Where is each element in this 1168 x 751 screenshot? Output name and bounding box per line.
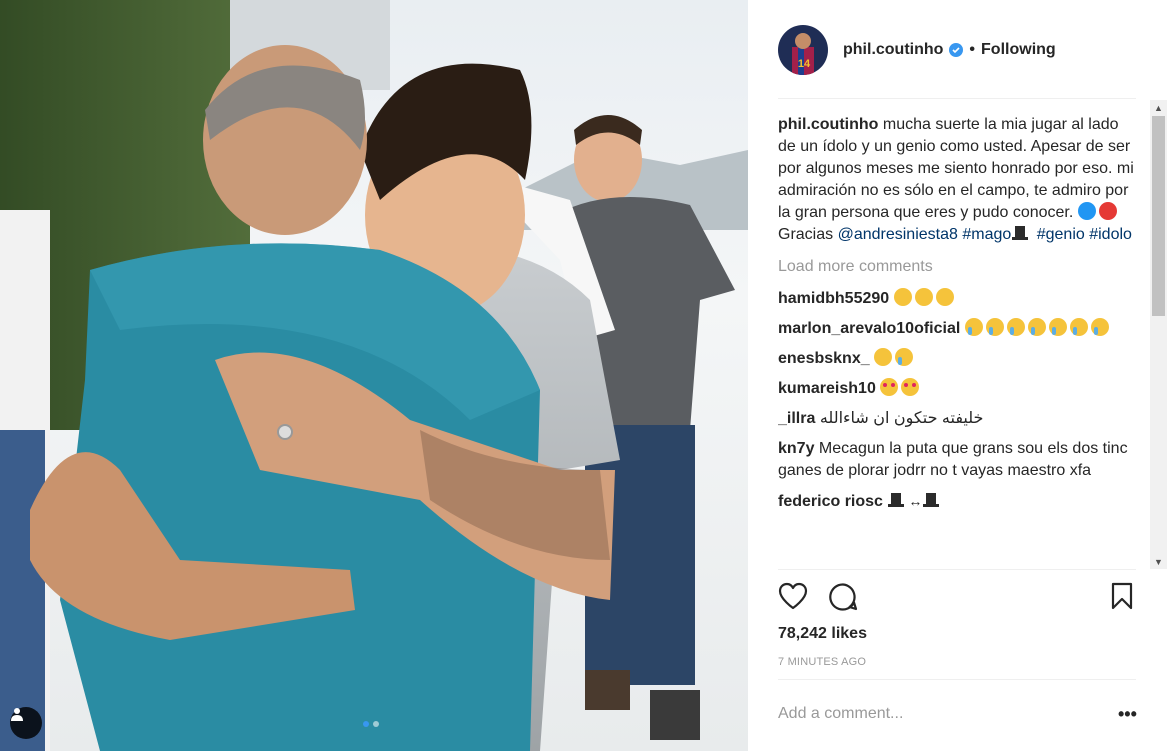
divider xyxy=(778,98,1136,99)
comments-list[interactable]: phil.coutinho mucha suerte la mia jugar … xyxy=(778,114,1136,569)
comment-button[interactable] xyxy=(828,582,860,614)
carousel-dot-active xyxy=(363,721,369,727)
photo-illustration xyxy=(0,0,748,751)
verified-badge-icon xyxy=(949,43,964,57)
post-caption: phil.coutinho mucha suerte la mia jugar … xyxy=(778,114,1136,246)
comment-username[interactable]: enesbsknx_ xyxy=(778,350,870,367)
comment-item: federico riosc ↔ xyxy=(778,490,1136,513)
divider xyxy=(778,569,1136,570)
avatar[interactable]: 14 xyxy=(778,25,828,75)
likes-count[interactable]: 78,242 likes xyxy=(778,625,867,643)
header-username[interactable]: phil.coutinho xyxy=(843,41,943,59)
like-button[interactable] xyxy=(778,582,810,614)
tagged-people-button[interactable] xyxy=(10,707,42,739)
person-icon xyxy=(11,708,23,721)
crying-face-icon xyxy=(1027,318,1046,336)
scrollbar-thumb[interactable] xyxy=(1152,116,1165,316)
comment-icon xyxy=(829,583,858,611)
comment-text: ↔ xyxy=(908,493,923,509)
heart-eyes-icon xyxy=(880,378,899,396)
comment-username[interactable]: _illra xyxy=(778,410,815,427)
post-header: 14 phil.coutinho • Following xyxy=(778,24,1136,76)
top-hat-icon xyxy=(887,491,905,509)
comment-username[interactable]: kn7y xyxy=(778,440,814,457)
hashtag-link[interactable]: #idolo xyxy=(1089,226,1132,243)
carousel-dot[interactable] xyxy=(373,721,379,727)
more-options-icon[interactable]: ••• xyxy=(1118,704,1137,725)
caption-username[interactable]: phil.coutinho xyxy=(778,116,878,133)
red-circle-icon xyxy=(1098,202,1117,220)
comment-item: enesbsknx_ xyxy=(778,348,1136,370)
comment-username[interactable]: hamidbh55290 xyxy=(778,290,889,307)
crying-face-icon xyxy=(1048,318,1067,336)
hashtag-link[interactable]: #mago xyxy=(962,226,1011,243)
comment-username[interactable]: marlon_arevalo10oficial xyxy=(778,320,960,337)
crying-face-icon xyxy=(964,318,983,336)
crying-face-icon xyxy=(895,348,914,366)
confounded-face-icon xyxy=(874,348,893,366)
comment-username[interactable]: kumareish10 xyxy=(778,380,876,397)
save-button[interactable] xyxy=(1110,582,1142,614)
weary-face-icon xyxy=(914,288,933,306)
comment-item: kn7y Mecagun la puta que grans sou els d… xyxy=(778,438,1136,482)
caption-thanks: Gracias xyxy=(778,226,834,243)
comment-text: Mecagun la puta que grans sou els dos ti… xyxy=(778,440,1128,479)
scroll-up-arrow-icon[interactable]: ▲ xyxy=(1154,103,1163,113)
comment-item: kumareish10 xyxy=(778,378,1136,400)
crying-face-icon xyxy=(1069,318,1088,336)
crying-face-icon xyxy=(1090,318,1109,336)
avatar-image: 14 xyxy=(778,25,828,75)
heart-eyes-icon xyxy=(901,378,920,396)
comment-username[interactable]: federico riosc xyxy=(778,493,883,510)
action-bar xyxy=(778,582,1136,614)
add-comment-input[interactable]: Add a comment... xyxy=(778,705,903,723)
mention-link[interactable]: @andresiniesta8 xyxy=(838,226,958,243)
blue-circle-icon xyxy=(1077,202,1096,220)
top-hat-icon xyxy=(1011,224,1029,242)
following-button[interactable]: Following xyxy=(981,41,1056,59)
instagram-post: 14 phil.coutinho • Following phil.coutin… xyxy=(0,0,1168,751)
crying-face-icon xyxy=(1006,318,1025,336)
comment-item: _illra خليفته حتكون ان شاءالله xyxy=(778,408,1136,430)
top-hat-icon xyxy=(922,491,940,509)
weary-face-icon xyxy=(893,288,912,306)
comments-scrollbar[interactable]: ▲ ▼ xyxy=(1150,100,1167,569)
load-more-comments-button[interactable]: Load more comments xyxy=(778,256,1136,278)
hashtag-link[interactable]: #genio xyxy=(1037,226,1085,243)
comment-text: خليفته حتكون ان شاءالله xyxy=(819,410,984,427)
crying-face-icon xyxy=(985,318,1004,336)
bookmark-icon xyxy=(1111,582,1133,610)
post-sidebar: 14 phil.coutinho • Following phil.coutin… xyxy=(748,0,1168,751)
divider xyxy=(778,679,1136,680)
weary-face-icon xyxy=(935,288,954,306)
svg-text:14: 14 xyxy=(798,58,811,70)
post-photo[interactable] xyxy=(0,0,748,751)
carousel-indicator xyxy=(363,721,379,727)
post-timestamp[interactable]: 7 MINUTES AGO xyxy=(778,656,866,668)
follow-separator: • xyxy=(969,41,976,58)
comment-item: hamidbh55290 xyxy=(778,288,1136,310)
heart-icon xyxy=(778,582,808,610)
scroll-down-arrow-icon[interactable]: ▼ xyxy=(1154,557,1163,567)
comment-item: marlon_arevalo10oficial xyxy=(778,318,1136,340)
